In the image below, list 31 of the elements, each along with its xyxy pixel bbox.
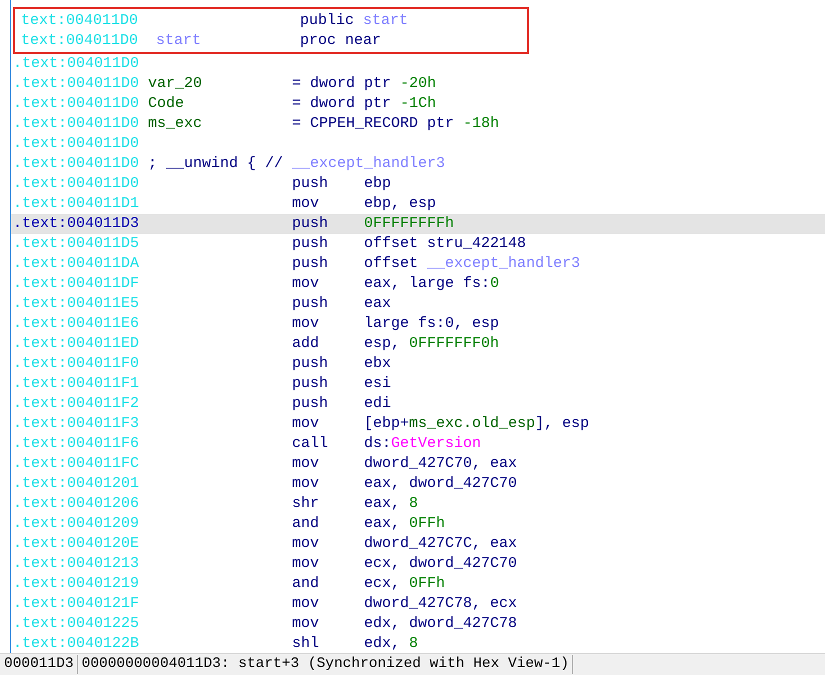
listing-line[interactable]: .text:004011F0 push ebx <box>11 354 825 374</box>
listing-line[interactable]: .text:0040122B shl edx, 8 <box>11 633 825 653</box>
listing-line[interactable]: .text:00401213 mov ecx, dword_427C70 <box>11 553 825 574</box>
listing-line[interactable]: .text:00401209 and eax, 0FFh <box>11 513 825 534</box>
listing-line[interactable]: .text:00401225 mov edx, dword_427C78 <box>11 613 825 634</box>
status-field: 00000000004011D3: start+3 (Synchronized with Hex View-1) <box>78 655 573 674</box>
listing-line[interactable]: .text:004011DF mov eax, large fs:0 <box>11 274 825 294</box>
listing-line[interactable]: .text:0040120E mov dword_427C7C, eax <box>11 533 825 554</box>
listing-line[interactable]: .text:004011F6 call ds:GetVersion <box>11 433 825 454</box>
listing-line[interactable]: .text:004011D0 var_20 = dword ptr -20h <box>11 74 825 94</box>
listing-line[interactable]: .text:004011D1 mov ebp, esp <box>11 194 825 214</box>
listing-line[interactable]: .text:004011D0 ; __unwind { // __except_handler3 <box>11 154 825 174</box>
listing-line[interactable]: .text:004011D0 Code = dword ptr -1Ch <box>11 94 825 114</box>
status-field: 000011D3 <box>0 655 78 674</box>
listing-line[interactable]: .text:00401206 shr eax, 8 <box>11 493 825 514</box>
listing-line[interactable]: .text:004011FC mov dword_427C70, eax <box>11 453 825 474</box>
listing-line[interactable]: .text:0040121F mov dword_427C78, ecx <box>11 593 825 614</box>
listing-line[interactable]: .text:004011DA push offset __except_handler3 <box>11 254 825 274</box>
listing-line[interactable]: text:004011D0 start proc near <box>19 30 527 50</box>
listing-line[interactable]: .text:004011D0 ms_exc = CPPEH_RECORD ptr -18h <box>11 114 825 134</box>
listing-line[interactable]: text:004011D0 public start <box>19 10 527 30</box>
listing-line[interactable]: .text:00401201 mov eax, dword_427C70 <box>11 473 825 494</box>
listing-line[interactable]: .text:004011F1 push esi <box>11 374 825 394</box>
listing-line[interactable]: .text:004011F3 mov [ebp+ms_exc.old_esp], esp <box>11 413 825 434</box>
listing-line[interactable]: .text:004011ED add esp, 0FFFFFFF0h <box>11 334 825 354</box>
listing-line[interactable]: .text:004011F2 push edi <box>11 393 825 414</box>
listing-line[interactable]: .text:004011D5 push offset stru_422148 <box>11 234 825 254</box>
listing-line[interactable]: .text:004011E6 mov large fs:0, esp <box>11 314 825 334</box>
listing-line[interactable]: .text:004011E5 push eax <box>11 294 825 314</box>
listing-line[interactable]: .text:004011D0 push ebp <box>11 174 825 194</box>
listing-line[interactable]: .text:00401219 and ecx, 0FFh <box>11 573 825 594</box>
